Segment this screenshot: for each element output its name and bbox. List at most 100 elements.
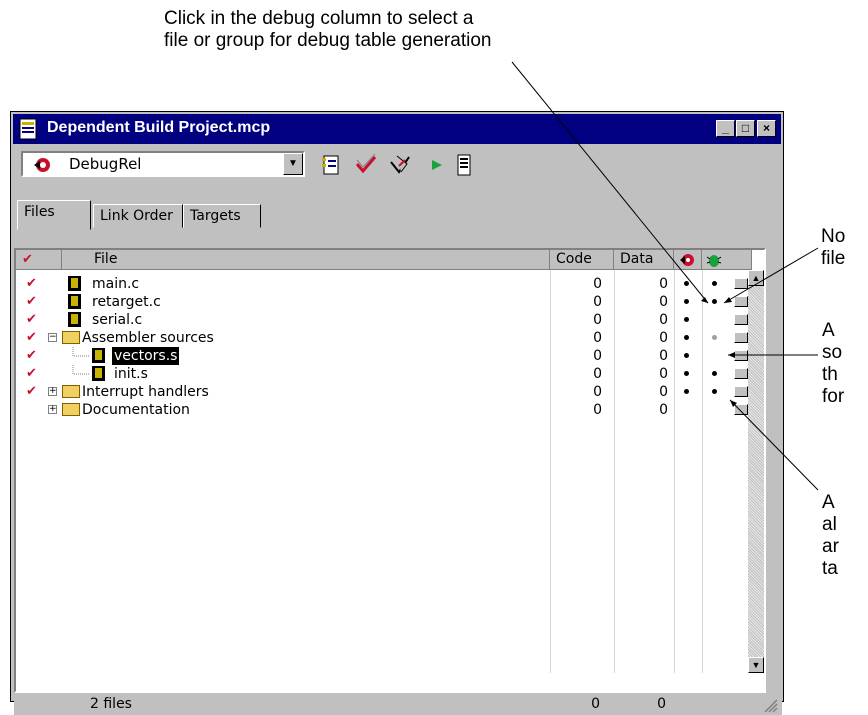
interfaces-menu-icon[interactable]: [734, 350, 748, 361]
target-select[interactable]: DebugRel ▼: [21, 151, 305, 177]
data-size: 0: [659, 294, 668, 310]
file-name: serial.c: [92, 312, 143, 328]
tab-files[interactable]: Files: [17, 200, 91, 230]
list-item[interactable]: ✔ init.s 0 0: [16, 365, 752, 383]
header-target-column[interactable]: [674, 250, 702, 270]
data-size: 0: [659, 276, 668, 292]
data-size: 0: [659, 312, 668, 328]
target-dot[interactable]: [684, 281, 689, 286]
data-size: 0: [659, 348, 668, 364]
target-select-value: DebugRel: [69, 155, 142, 173]
list-item[interactable]: ✔ retarget.c 0 0: [16, 293, 752, 311]
minimize-button[interactable]: _: [716, 120, 735, 137]
callout-right-3: A al ar ta: [822, 492, 839, 579]
data-total: 0: [657, 696, 666, 712]
project-window: Dependent Build Project.mcp _ □ × DebugR…: [10, 111, 784, 715]
interfaces-menu-icon[interactable]: [734, 386, 748, 397]
interfaces-menu-icon[interactable]: [734, 368, 748, 379]
tab-link-order[interactable]: Link Order: [93, 204, 183, 228]
project-inspector-icon[interactable]: [453, 154, 475, 176]
group-name: Interrupt handlers: [82, 384, 209, 400]
data-size: 0: [659, 384, 668, 400]
file-name: retarget.c: [92, 294, 161, 310]
debug-dot[interactable]: [712, 299, 717, 304]
expand-icon[interactable]: +: [48, 405, 57, 414]
checkmark-icon[interactable]: ✔: [26, 383, 37, 401]
folder-open-icon: [62, 331, 80, 344]
vertical-scrollbar[interactable]: ▲ ▼: [748, 270, 764, 673]
debug-dot-partial[interactable]: [712, 335, 717, 340]
debug-dot[interactable]: [712, 389, 717, 394]
file-icon: [68, 294, 81, 309]
code-size: 0: [593, 402, 602, 418]
target-dot[interactable]: [684, 317, 689, 322]
target-dot[interactable]: [684, 371, 689, 376]
code-size: 0: [593, 366, 602, 382]
resize-grip-icon[interactable]: [764, 699, 778, 713]
checkmark-icon[interactable]: ✔: [26, 293, 37, 311]
settings-icon[interactable]: [321, 154, 343, 176]
checkmark-icon[interactable]: ✔: [26, 365, 37, 383]
interfaces-menu-icon[interactable]: [734, 314, 748, 325]
header-checkmark[interactable]: ✔: [16, 250, 62, 270]
checkmark-icon[interactable]: ✔: [26, 347, 37, 365]
file-icon: [92, 348, 105, 363]
target-dot[interactable]: [684, 299, 689, 304]
header-file[interactable]: File: [62, 250, 550, 270]
tree-line: [72, 347, 90, 357]
target-dot[interactable]: [684, 353, 689, 358]
scroll-up-icon[interactable]: ▲: [748, 270, 764, 286]
target-icon: [34, 158, 50, 172]
list-item[interactable]: ✔ vectors.s 0 0: [16, 347, 752, 365]
group-row[interactable]: ✔ − Assembler sources 0 0: [16, 329, 752, 347]
status-bar: 2 files 0 0: [14, 693, 782, 715]
header-code[interactable]: Code: [550, 250, 614, 270]
target-dot[interactable]: [684, 389, 689, 394]
checkmark-icon[interactable]: ✔: [26, 329, 37, 347]
list-item[interactable]: ✔ serial.c 0 0: [16, 311, 752, 329]
close-button[interactable]: ×: [757, 120, 776, 137]
list-item[interactable]: ✔ main.c 0 0: [16, 275, 752, 293]
checkmark-icon[interactable]: ✔: [26, 275, 37, 293]
folder-icon: [62, 403, 80, 416]
interfaces-menu-icon[interactable]: [734, 296, 748, 307]
target-icon: [680, 254, 694, 266]
code-size: 0: [593, 348, 602, 364]
interfaces-menu-icon[interactable]: [734, 404, 748, 415]
collapse-icon[interactable]: −: [48, 333, 57, 342]
file-list: ✔ File Code Data ✔ main.c 0 0 ✔ retarget…: [14, 248, 766, 693]
scroll-down-icon[interactable]: ▼: [748, 657, 764, 673]
code-size: 0: [593, 384, 602, 400]
tab-targets[interactable]: Targets: [183, 204, 261, 228]
synchronize-icon[interactable]: [355, 154, 377, 176]
checkmark-icon[interactable]: ✔: [26, 311, 37, 329]
run-icon[interactable]: [426, 154, 448, 176]
group-name: Assembler sources: [82, 330, 214, 346]
title-bar[interactable]: Dependent Build Project.mcp _ □ ×: [13, 114, 781, 144]
file-name: main.c: [92, 276, 140, 292]
maximize-button[interactable]: □: [736, 120, 755, 137]
interfaces-menu-icon[interactable]: [734, 278, 748, 289]
callout-debug-column: Click in the debug column to select a fi…: [164, 8, 492, 51]
expand-icon[interactable]: +: [48, 387, 57, 396]
target-dot[interactable]: [684, 335, 689, 340]
chevron-down-icon[interactable]: ▼: [283, 153, 303, 175]
checkmark-icon: ✔: [22, 252, 33, 267]
folder-icon: [62, 385, 80, 398]
file-name: init.s: [114, 366, 148, 382]
group-row[interactable]: ✔ + Interrupt handlers 0 0: [16, 383, 752, 401]
header-debug-column[interactable]: [702, 250, 752, 270]
code-size: 0: [593, 312, 602, 328]
code-size: 0: [593, 294, 602, 310]
code-total: 0: [591, 696, 600, 712]
debug-dot[interactable]: [712, 371, 717, 376]
tree-line: [72, 365, 90, 375]
file-icon: [68, 276, 81, 291]
file-icon: [92, 366, 105, 381]
make-icon[interactable]: [389, 154, 411, 176]
group-name: Documentation: [82, 402, 190, 418]
group-row[interactable]: + Documentation 0 0: [16, 401, 752, 419]
header-data[interactable]: Data: [614, 250, 674, 270]
interfaces-menu-icon[interactable]: [734, 332, 748, 343]
debug-dot[interactable]: [712, 281, 717, 286]
